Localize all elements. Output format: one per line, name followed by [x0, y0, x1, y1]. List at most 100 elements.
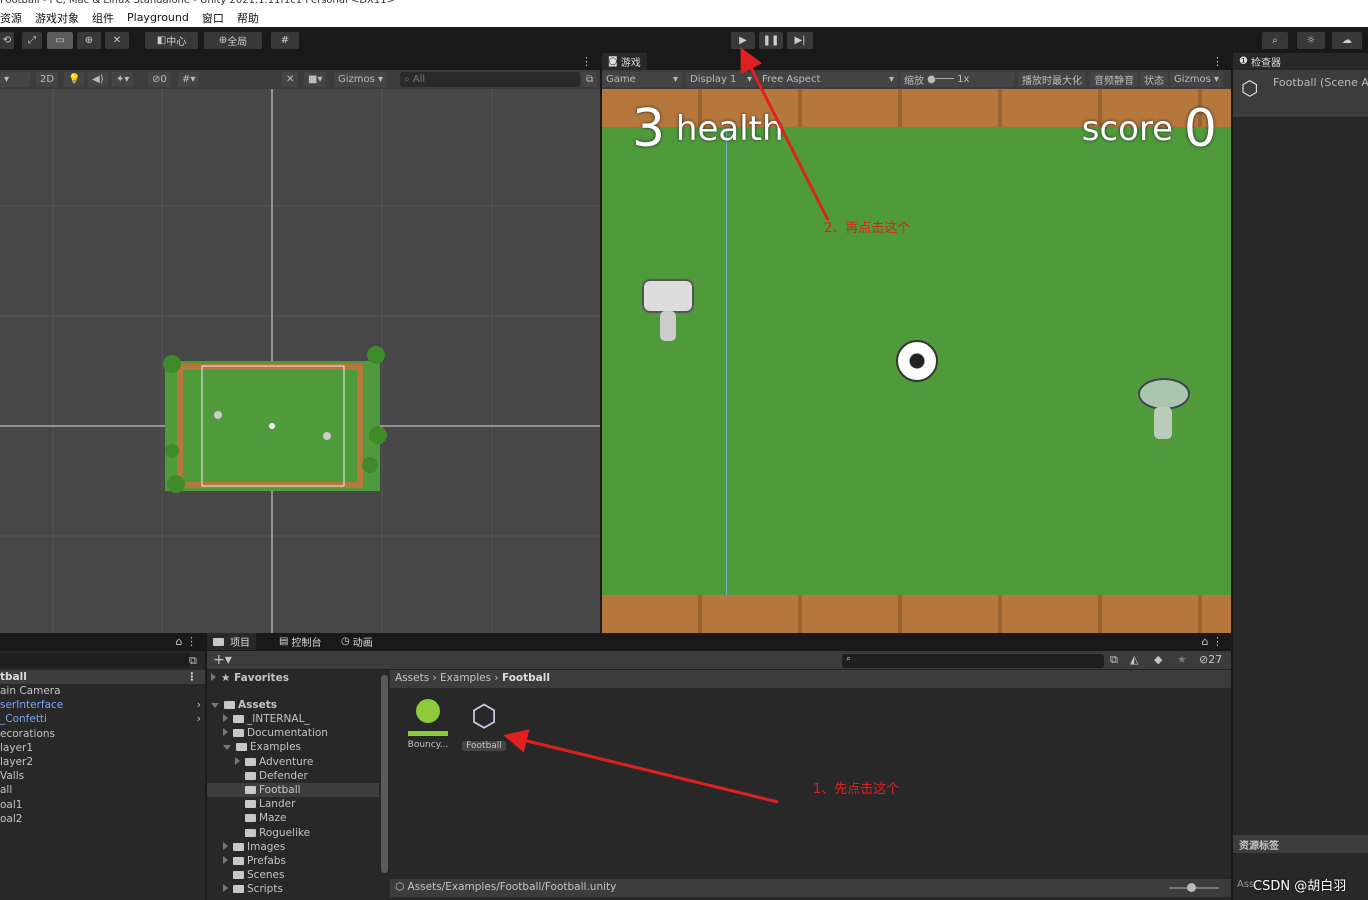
transform-tool[interactable]: ⊕ [77, 32, 101, 49]
folder-item[interactable]: Scripts [207, 882, 379, 896]
audio-icon[interactable]: ◀) [88, 72, 108, 87]
step-button[interactable]: ▶| [787, 32, 813, 49]
gizmos-dropdown[interactable]: Gizmos ▾ [334, 72, 388, 87]
folder-item[interactable]: Examples [207, 740, 379, 754]
menu-assets[interactable]: 资源 [0, 10, 22, 26]
folder-item[interactable]: Roguelike [207, 826, 379, 840]
scale-tool[interactable]: ⤢ [22, 32, 42, 49]
folder-item[interactable]: Images [207, 840, 379, 854]
expand-arrow[interactable] [223, 841, 228, 850]
expand-arrow[interactable] [223, 884, 228, 893]
assets-item[interactable]: Assets [211, 698, 277, 712]
maximize-icon[interactable]: ⧉ [189, 654, 197, 668]
hierarchy-item[interactable]: › _Confetti [0, 712, 205, 726]
settings-icon[interactable]: ☼ [1297, 32, 1325, 49]
hierarchy-item[interactable]: › serInterface [0, 698, 205, 712]
game-view[interactable]: 3 health score 0 2、再点击这个 [602, 89, 1231, 633]
expand-arrow[interactable] [223, 714, 228, 722]
tab-console[interactable]: ▤ 控制台 [273, 633, 328, 650]
scene-search-input[interactable]: ⌕ All [400, 72, 580, 87]
custom-tool[interactable]: ✕ [105, 32, 129, 49]
expand-arrow[interactable] [223, 745, 231, 751]
create-button[interactable]: +▾ [213, 652, 232, 668]
grid-icon[interactable]: #▾ [178, 72, 200, 87]
favorites-item[interactable]: ★ Favorites [211, 671, 289, 685]
folder-item[interactable]: Football [207, 783, 379, 797]
game-gizmos-dropdown[interactable]: Gizmos ▾ [1170, 72, 1224, 87]
folder-item[interactable]: Adventure [207, 755, 379, 769]
file-football-scene[interactable]: ⬡ Football [462, 699, 506, 751]
hierarchy-item[interactable]: oal2 [0, 812, 205, 826]
lock-icon[interactable]: ⌂ ⋮ [176, 635, 197, 648]
menu-playground[interactable]: Playground [127, 11, 189, 24]
global-toggle[interactable]: ⊕ 全局 [204, 32, 262, 49]
scale-slider[interactable]: 缩放 ●─── 1x [900, 72, 1014, 87]
tab-project[interactable]: 项目 [207, 633, 256, 650]
tools-icon[interactable]: ✕ [282, 72, 299, 87]
maximize-icon[interactable]: ⧉ [582, 72, 598, 87]
lock-icon[interactable]: ⌂ ⋮ [1202, 635, 1223, 648]
hierarchy-item[interactable]: oal1 [0, 798, 205, 812]
folder-item[interactable]: Scenes [207, 868, 379, 882]
expand-arrow[interactable] [223, 728, 228, 737]
grid-snap-button[interactable]: # [271, 32, 299, 49]
menu-gameobject[interactable]: 游戏对象 [35, 10, 79, 26]
tab-inspector[interactable]: ❶ 检查器 [1233, 53, 1287, 70]
2d-toggle[interactable]: 2D [36, 72, 59, 87]
breadcrumb-assets[interactable]: Assets [395, 672, 429, 684]
search-by-type-icon[interactable]: ⧉ [1110, 653, 1118, 667]
rect-tool[interactable]: ▭ [47, 32, 73, 49]
menu-help[interactable]: 帮助 [237, 10, 259, 26]
rotate-tool[interactable]: ⟲ [0, 32, 14, 49]
folder-item[interactable]: _INTERNAL_ [207, 712, 379, 726]
folder-item[interactable]: Lander [207, 797, 379, 811]
more-icon[interactable]: ⋮ [581, 55, 592, 68]
cloud-icon[interactable]: ☁ [1332, 32, 1362, 49]
tab-game[interactable]: ◙ 游戏 [602, 53, 647, 70]
hidden-packages-toggle[interactable]: ⊘27 [1199, 653, 1222, 666]
pivot-toggle[interactable]: ◧ 中心 [145, 32, 198, 49]
hierarchy-item[interactable]: layer1 [0, 741, 205, 755]
folder-item[interactable]: Documentation [207, 726, 379, 740]
hidden-objects-toggle[interactable]: ⊘ 0 [148, 72, 171, 87]
folder-item[interactable]: Maze [207, 811, 379, 825]
search-icon[interactable]: ⌕ [1262, 32, 1288, 49]
display-mode-dropdown[interactable]: Game ▾ [602, 72, 682, 87]
label-icon[interactable]: ◆ [1154, 653, 1162, 666]
hierarchy-item[interactable]: all [0, 783, 205, 797]
lighting-icon[interactable]: 💡 [64, 72, 85, 87]
chevron-right-icon[interactable]: › [197, 712, 201, 726]
file-bouncy[interactable]: Bouncy... [405, 699, 451, 750]
effects-icon[interactable]: ✦▾ [112, 72, 134, 87]
hierarchy-item[interactable]: ecorations [0, 727, 205, 741]
more-icon[interactable]: ⋮ [1212, 55, 1223, 68]
chevron-right-icon[interactable]: › [197, 698, 201, 712]
folder-item[interactable]: Prefabs [207, 854, 379, 868]
folder-item[interactable]: Defender [207, 769, 379, 783]
hierarchy-scene-root[interactable]: tball ⋮ [0, 670, 205, 684]
menu-window[interactable]: 窗口 [202, 10, 224, 26]
mute-audio-toggle[interactable]: 音频静音 [1090, 72, 1138, 87]
shading-dropdown[interactable]: ▾ [0, 72, 30, 87]
filter-type-icon[interactable]: ◭ [1130, 653, 1138, 666]
aspect-dropdown[interactable]: Free Aspect ▾ [758, 72, 898, 87]
breadcrumb-examples[interactable]: Examples [440, 672, 491, 684]
tab-animation[interactable]: ◷ 动画 [335, 633, 379, 650]
hierarchy-search-input[interactable] [0, 653, 190, 668]
maximize-on-play-toggle[interactable]: 播放时最大化 [1018, 72, 1086, 87]
menu-component[interactable]: 组件 [92, 10, 114, 26]
hierarchy-item[interactable]: layer2 [0, 755, 205, 769]
icon-size-slider[interactable] [1169, 883, 1219, 892]
pause-button[interactable]: ❚❚ [759, 32, 783, 49]
stats-toggle[interactable]: 状态 [1140, 72, 1168, 87]
breadcrumb-football[interactable]: Football [502, 672, 550, 684]
camera-icon[interactable]: ■▾ [304, 72, 327, 87]
play-button[interactable]: ▶ [731, 32, 755, 49]
favorite-icon[interactable]: ★ [1177, 653, 1187, 666]
expand-arrow[interactable] [235, 756, 240, 765]
hierarchy-item[interactable]: Valls [0, 769, 205, 783]
project-search-input[interactable]: ⌕ [842, 654, 1104, 668]
tree-scrollbar[interactable] [381, 675, 388, 873]
display-dropdown[interactable]: Display 1 ▾ [686, 72, 756, 87]
hierarchy-item[interactable]: ain Camera [0, 684, 205, 698]
